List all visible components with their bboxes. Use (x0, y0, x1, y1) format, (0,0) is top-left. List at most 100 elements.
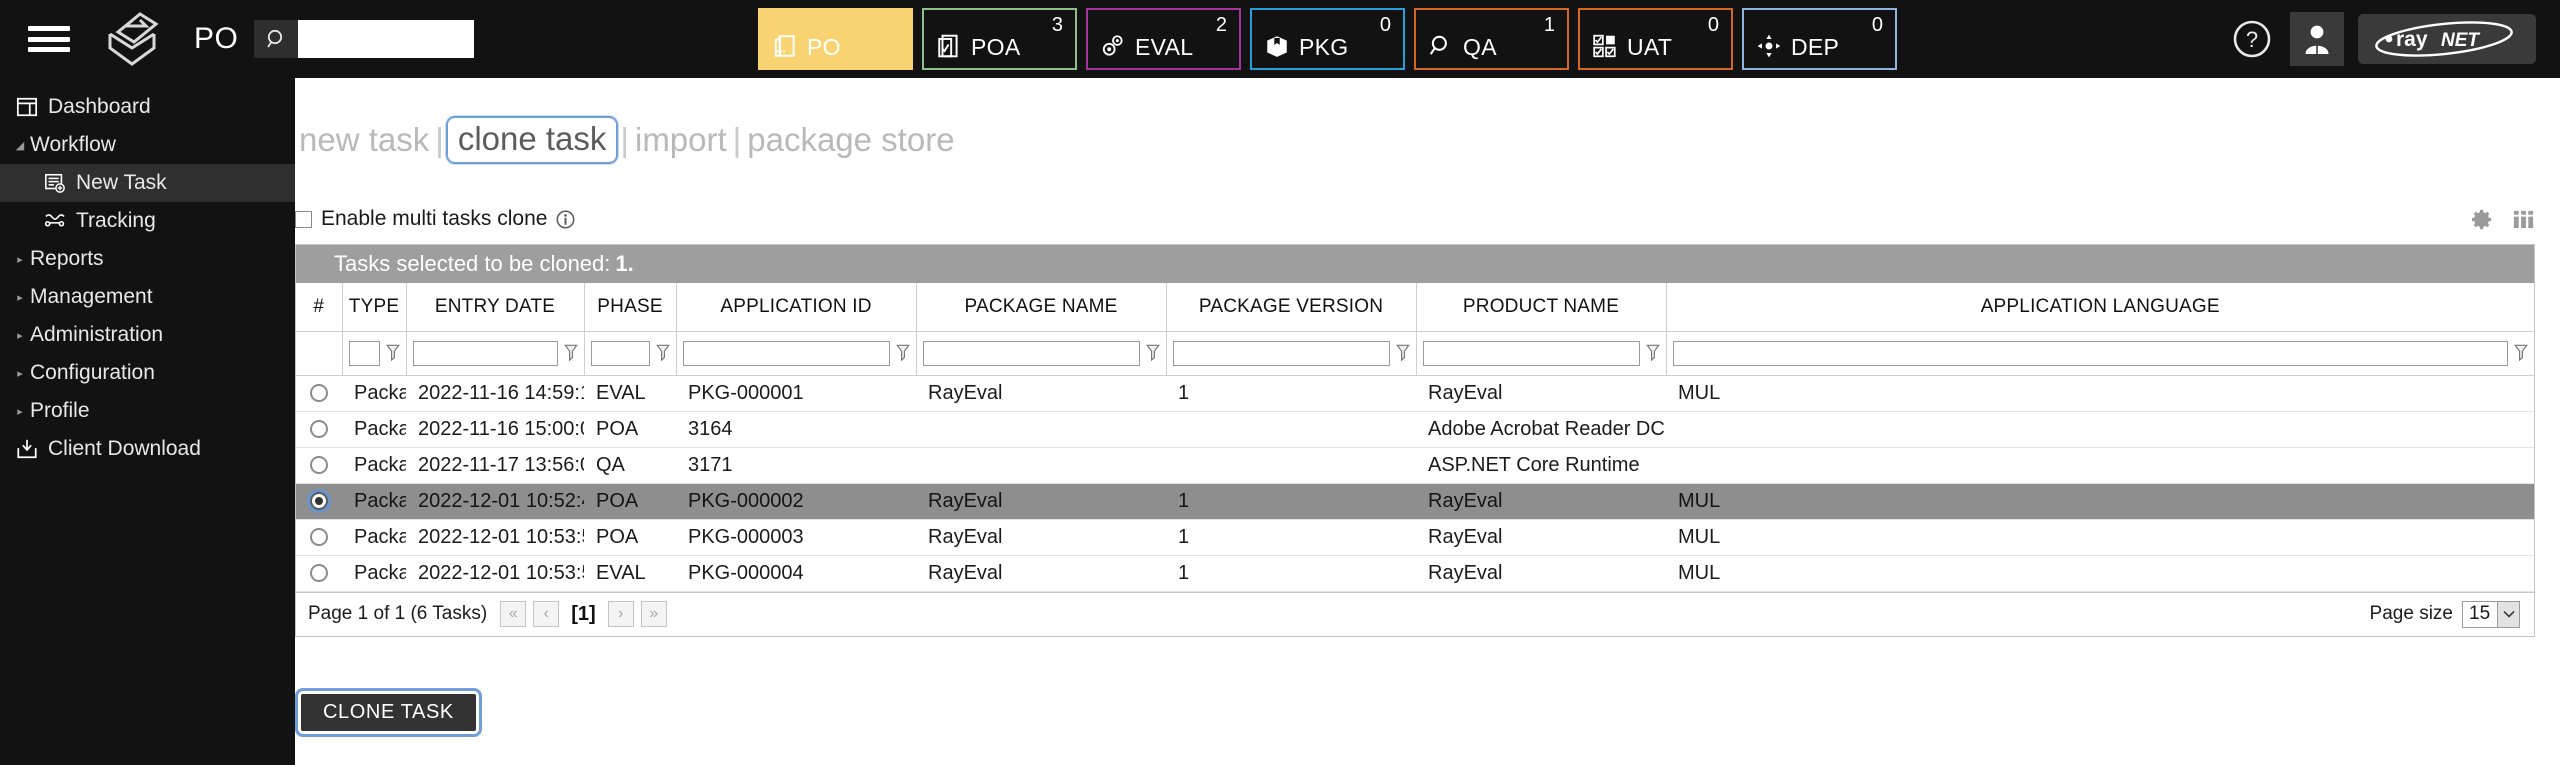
breadcrumb-new-task[interactable]: new task (295, 121, 433, 159)
funnel-icon[interactable] (896, 344, 910, 362)
phase-tab-uat[interactable]: 0 UAT (1578, 8, 1733, 70)
expand-arrow-icon[interactable]: ▸ (10, 291, 30, 304)
table-row[interactable]: Package2022-12-01 10:53:54EVALPKG-000004… (296, 555, 2534, 591)
gear-icon[interactable] (2471, 208, 2494, 231)
column-header-package-name[interactable]: PACKAGE NAME (916, 283, 1166, 331)
column-header-application-language[interactable]: APPLICATION LANGUAGE (1666, 283, 2534, 331)
row-select-cell (296, 411, 342, 447)
funnel-icon[interactable] (1646, 344, 1660, 362)
info-icon[interactable] (556, 210, 575, 229)
funnel-icon[interactable] (1396, 344, 1410, 362)
sidebar-item-tracking[interactable]: Tracking (0, 202, 295, 240)
cell-phase: POA (584, 483, 676, 519)
cell-phase: EVAL (584, 555, 676, 591)
row-select-radio[interactable] (310, 528, 328, 546)
filter-input-package-name[interactable] (923, 341, 1140, 366)
row-select-radio[interactable] (310, 564, 328, 582)
table-row[interactable]: Package2022-12-01 10:53:54POAPKG-000003R… (296, 519, 2534, 555)
row-select-radio[interactable] (310, 384, 328, 402)
pagination-current-page[interactable]: [1] (571, 603, 595, 626)
sidebar-item-configuration[interactable]: ▸Configuration (0, 354, 295, 392)
columns-icon[interactable] (2512, 208, 2535, 231)
page-size-select[interactable]: 15 (2462, 601, 2520, 628)
filter-cell-type (342, 331, 406, 375)
funnel-icon[interactable] (386, 344, 400, 362)
filter-input-product-name[interactable] (1423, 341, 1640, 366)
pagination-prev-button[interactable]: ‹ (533, 601, 559, 627)
phase-tab-eval[interactable]: 2 EVAL (1086, 8, 1241, 70)
raynet-brand-logo[interactable]: ray NET (2358, 14, 2536, 64)
breadcrumb-clone-task[interactable]: clone task (446, 116, 619, 164)
phase-tab-poa[interactable]: 3 POA (922, 8, 1077, 70)
filter-input-phase[interactable] (591, 341, 650, 366)
column-header-application-id[interactable]: APPLICATION ID (676, 283, 916, 331)
funnel-icon[interactable] (564, 344, 578, 362)
phase-tab-label: PKG (1299, 35, 1348, 59)
column-header-entry-date[interactable]: ENTRY DATE (406, 283, 584, 331)
tasks-table: #TYPEENTRY DATEPHASEAPPLICATION IDPACKAG… (296, 283, 2534, 592)
sidebar-item-management[interactable]: ▸Management (0, 278, 295, 316)
table-row[interactable]: Package2022-11-17 13:56:00QA3171ASP.NET … (296, 447, 2534, 483)
hamburger-menu-icon[interactable] (28, 22, 70, 56)
enable-multi-tasks-clone-label: Enable multi tasks clone (321, 207, 547, 231)
filter-input-package-version[interactable] (1173, 341, 1390, 366)
search-input[interactable] (298, 20, 474, 58)
expand-arrow-icon[interactable]: ▸ (10, 367, 30, 380)
pagination-first-button[interactable]: « (500, 601, 526, 627)
filter-input-entry-date[interactable] (413, 341, 558, 366)
funnel-icon[interactable] (2514, 344, 2528, 362)
table-row[interactable]: Package2022-11-16 14:59:12EVALPKG-000001… (296, 375, 2534, 411)
pagination-last-button[interactable]: » (641, 601, 667, 627)
column-header-type[interactable]: TYPE (342, 283, 406, 331)
expand-arrow-icon[interactable]: ▸ (10, 405, 30, 418)
enable-multi-tasks-clone-checkbox[interactable] (295, 211, 312, 228)
cell-product-name: ASP.NET Core Runtime (1416, 447, 1666, 483)
help-circle-icon[interactable]: ? (2228, 15, 2276, 63)
cell-application-id: PKG-000001 (676, 375, 916, 411)
table-row[interactable]: Package2022-11-16 15:00:07POA3164Adobe A… (296, 411, 2534, 447)
expand-arrow-icon[interactable]: ▸ (10, 253, 30, 266)
filter-cell-application-id (676, 331, 916, 375)
phase-tab-po[interactable]: PO (758, 8, 913, 70)
expand-arrow-icon[interactable]: ▸ (10, 329, 30, 342)
sidebar-item-administration[interactable]: ▸Administration (0, 316, 295, 354)
phase-tab-pkg[interactable]: 0 PKG (1250, 8, 1405, 70)
sidebar-item-new-task[interactable]: New Task (0, 164, 295, 202)
cell-phase: POA (584, 519, 676, 555)
sidebar-navigation: Dashboard◢Workflow New Task Tra (0, 78, 295, 765)
sidebar-item-dashboard[interactable]: Dashboard (0, 88, 295, 126)
clone-task-button[interactable]: CLONE TASK (301, 694, 476, 731)
filter-input-application-language[interactable] (1673, 341, 2509, 366)
breadcrumb-package-store[interactable]: package store (743, 121, 958, 159)
funnel-icon[interactable] (1146, 344, 1160, 362)
breadcrumb-separator: | (618, 121, 631, 159)
row-select-radio[interactable] (310, 420, 328, 438)
sidebar-item-profile[interactable]: ▸Profile (0, 392, 295, 430)
sidebar-item-label: Configuration (30, 361, 155, 385)
user-account-icon[interactable] (2290, 12, 2344, 66)
table-row[interactable]: Package2022-12-01 10:52:43POAPKG-000002R… (296, 483, 2534, 519)
header-actions: ? ray NET (2228, 0, 2536, 78)
filter-cell-product-name (1416, 331, 1666, 375)
expand-arrow-icon[interactable]: ◢ (10, 139, 30, 152)
column-header--[interactable]: # (296, 283, 342, 331)
breadcrumb-separator: | (731, 121, 744, 159)
column-header-product-name[interactable]: PRODUCT NAME (1416, 283, 1666, 331)
breadcrumb-import[interactable]: import (631, 121, 731, 159)
column-header-package-version[interactable]: PACKAGE VERSION (1166, 283, 1416, 331)
sidebar-item-client-download[interactable]: Client Download (0, 430, 295, 468)
filter-input-application-id[interactable] (683, 341, 890, 366)
search-icon[interactable] (254, 20, 298, 58)
column-header-phase[interactable]: PHASE (584, 283, 676, 331)
row-select-radio[interactable] (310, 456, 328, 474)
row-select-radio[interactable] (310, 492, 328, 510)
sidebar-item-workflow[interactable]: ◢Workflow (0, 126, 295, 164)
filter-cell-entry-date (406, 331, 584, 375)
pagination-next-button[interactable]: › (608, 601, 634, 627)
filter-input-type[interactable] (349, 341, 380, 366)
phase-tab-dep[interactable]: 0 DEP (1742, 8, 1897, 70)
phase-tab-qa[interactable]: 1 QA (1414, 8, 1569, 70)
sidebar-item-reports[interactable]: ▸Reports (0, 240, 295, 278)
funnel-icon[interactable] (656, 344, 670, 362)
filter-cell-- (296, 331, 342, 375)
